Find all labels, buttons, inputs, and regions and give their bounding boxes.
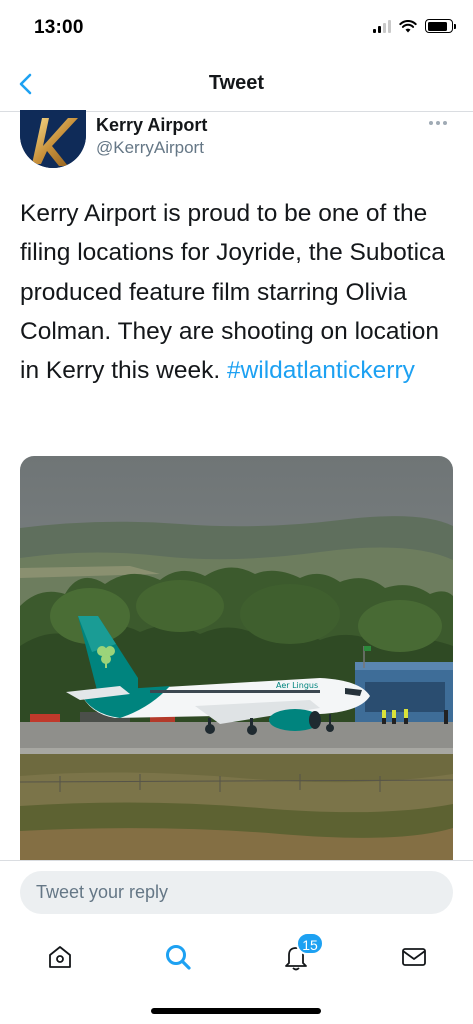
mail-icon bbox=[402, 948, 426, 966]
status-bar: 13:00 bbox=[0, 0, 473, 56]
tweet-body: Kerry Airport is proud to be one of the … bbox=[20, 194, 460, 390]
battery-level bbox=[427, 21, 448, 31]
ellipsis-icon[interactable] bbox=[429, 118, 451, 128]
notification-count-badge: 15 bbox=[296, 932, 324, 955]
reply-bar bbox=[0, 860, 473, 923]
status-icons bbox=[373, 19, 456, 33]
aircraft-livery-text: Aer Lingus bbox=[276, 681, 318, 690]
battery-icon bbox=[425, 19, 456, 33]
hashtag-link[interactable]: #wildatlantickerry bbox=[227, 357, 415, 384]
tab-search[interactable] bbox=[158, 937, 198, 977]
home-icon bbox=[49, 946, 71, 968]
status-time: 13:00 bbox=[34, 17, 84, 38]
tweet-photo[interactable]: Aer Lingus bbox=[20, 456, 453, 860]
tab-messages[interactable] bbox=[394, 937, 434, 977]
page-title: Tweet bbox=[208, 72, 265, 94]
kerry-airport-logo-icon bbox=[20, 110, 86, 168]
search-icon bbox=[166, 945, 191, 970]
reply-input[interactable] bbox=[20, 871, 453, 914]
tab-bar: 15 bbox=[0, 923, 473, 1024]
aircraft-photo: Aer Lingus bbox=[20, 456, 453, 860]
cellular-signal-icon bbox=[373, 19, 391, 33]
wifi-icon bbox=[399, 19, 417, 32]
avatar[interactable] bbox=[20, 110, 86, 168]
home-indicator[interactable] bbox=[151, 1008, 321, 1014]
tweet-header: Kerry Airport @KerryAirport bbox=[0, 110, 473, 176]
tab-home[interactable] bbox=[40, 937, 80, 977]
author-name[interactable]: Kerry Airport bbox=[96, 115, 207, 136]
navigation-bar: Tweet bbox=[0, 56, 473, 112]
author-handle[interactable]: @KerryAirport bbox=[96, 138, 204, 158]
